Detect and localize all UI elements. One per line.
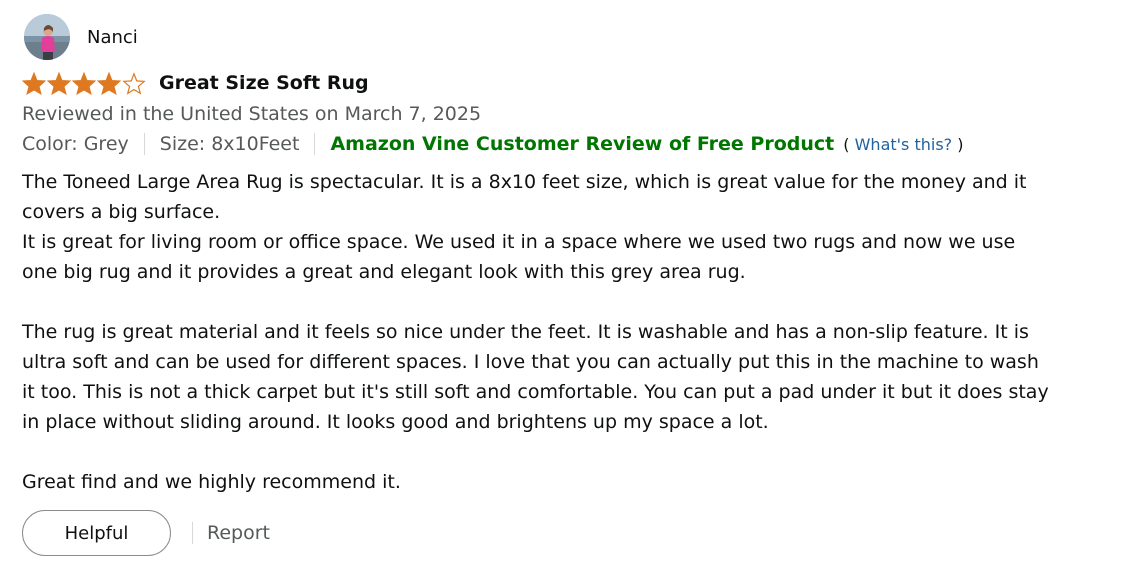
reviewer-profile[interactable]: Nanci bbox=[22, 13, 1062, 61]
star-filled-icon bbox=[47, 71, 71, 95]
variant-size[interactable]: Size: 8x10Feet bbox=[160, 133, 300, 155]
review-title-row: Great Size Soft Rug bbox=[22, 69, 1062, 97]
review-actions: Helpful Report bbox=[22, 510, 1062, 556]
review-meta: Color: Grey Size: 8x10Feet Amazon Vine C… bbox=[22, 131, 1062, 157]
star-filled-icon bbox=[72, 71, 96, 95]
open-paren: ( bbox=[843, 134, 850, 154]
vine-badge: Amazon Vine Customer Review of Free Prod… bbox=[330, 133, 835, 155]
star-filled-icon bbox=[97, 71, 121, 95]
divider bbox=[314, 133, 316, 155]
star-rating[interactable] bbox=[22, 71, 147, 95]
divider bbox=[192, 522, 193, 544]
star-empty-icon bbox=[122, 71, 146, 95]
helpful-button[interactable]: Helpful bbox=[22, 510, 171, 556]
review-paragraph: It is great for living room or office sp… bbox=[22, 231, 1016, 283]
reviewer-name[interactable]: Nanci bbox=[87, 27, 138, 48]
review-paragraph: The Toneed Large Area Rug is spectacular… bbox=[22, 171, 1027, 223]
divider bbox=[143, 133, 145, 155]
review-body: The Toneed Large Area Rug is spectacular… bbox=[22, 167, 1052, 497]
variant-color[interactable]: Color: Grey bbox=[22, 133, 129, 155]
review-title[interactable]: Great Size Soft Rug bbox=[159, 72, 369, 94]
avatar[interactable] bbox=[24, 14, 70, 60]
whats-this: ( What's this? ) bbox=[843, 135, 963, 154]
whats-this-link[interactable]: What's this? bbox=[855, 135, 953, 154]
review-paragraph: The rug is great material and it feels s… bbox=[22, 321, 1049, 433]
review-paragraph: Great find and we highly recommend it. bbox=[22, 471, 401, 493]
report-link[interactable]: Report bbox=[207, 522, 270, 544]
avatar-photo-icon bbox=[24, 14, 70, 60]
review-card: Nanci Great Size Soft Rug Reviewed in th… bbox=[22, 13, 1062, 556]
star-filled-icon bbox=[22, 71, 46, 95]
close-paren: ) bbox=[957, 134, 964, 154]
review-date: Reviewed in the United States on March 7… bbox=[22, 103, 482, 125]
